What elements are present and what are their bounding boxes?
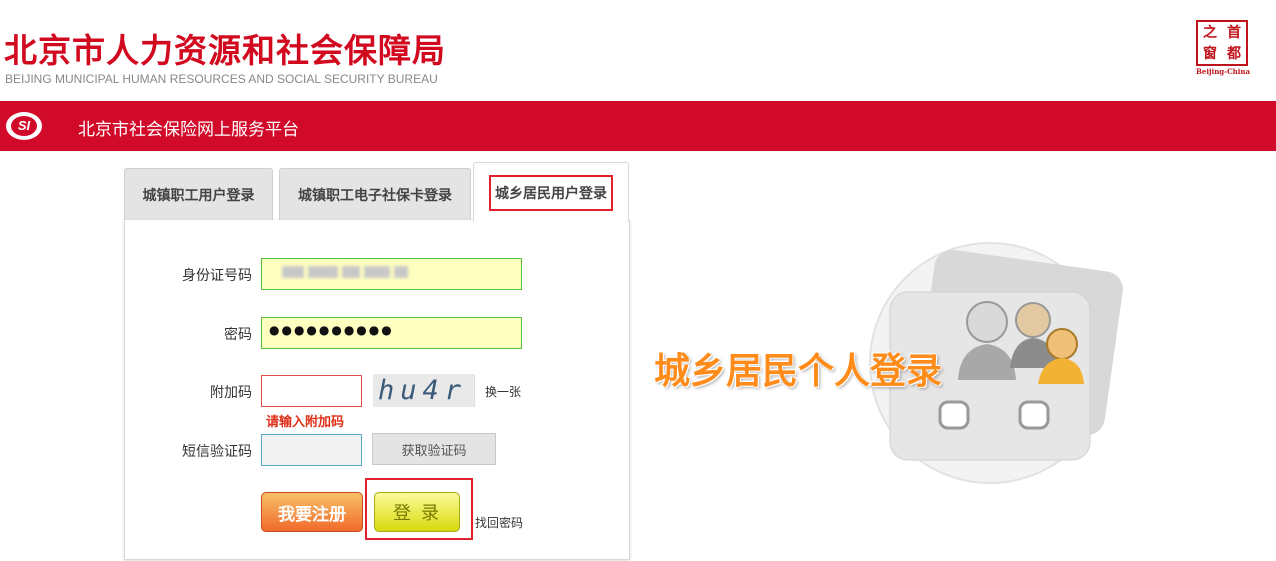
- site-title: 北京市人力资源和社会保障局: [4, 31, 446, 70]
- captcha-image[interactable]: hu4r: [373, 374, 475, 407]
- captcha-input[interactable]: [261, 375, 362, 407]
- password-label: 密码: [224, 327, 252, 343]
- tab-urban-employee-ecard-login[interactable]: 城镇职工电子社保卡登录: [279, 168, 471, 220]
- captcha-label: 附加码: [210, 385, 252, 401]
- id-number-masked: [282, 266, 422, 278]
- platform-title: 北京市社会保险网上服务平台: [78, 120, 299, 140]
- login-button[interactable]: 登录: [374, 492, 460, 532]
- password-value: ●●●●●●●●●●: [269, 323, 394, 337]
- get-code-button[interactable]: 获取验证码: [372, 433, 496, 465]
- register-button[interactable]: 我要注册: [261, 492, 363, 532]
- forgot-password-link[interactable]: 找回密码: [475, 514, 523, 531]
- captcha-error-message: 请输入附加码: [266, 415, 345, 430]
- tab-urban-employee-login[interactable]: 城镇职工用户登录: [124, 168, 273, 220]
- sms-code-label: 短信验证码: [182, 444, 252, 460]
- sms-code-input[interactable]: [261, 434, 362, 466]
- site-header: 北京市人力资源和社会保障局 BEIJING MUNICIPAL HUMAN RE…: [0, 0, 1276, 100]
- id-number-label: 身份证号码: [182, 268, 252, 284]
- tab-resident-login[interactable]: 城乡居民用户登录: [473, 162, 629, 222]
- social-insurance-logo-icon: SI: [6, 112, 42, 140]
- site-subtitle: BEIJING MUNICIPAL HUMAN RESOURCES AND SO…: [5, 72, 438, 86]
- beijing-seal-logo: 之 首 窗 都 Beijing-China: [1196, 20, 1250, 76]
- captcha-refresh-link[interactable]: 换一张: [485, 383, 521, 400]
- platform-bar: SI 北京市社会保险网上服务平台: [0, 101, 1276, 151]
- resident-login-caption: 城乡居民个人登录: [654, 351, 943, 392]
